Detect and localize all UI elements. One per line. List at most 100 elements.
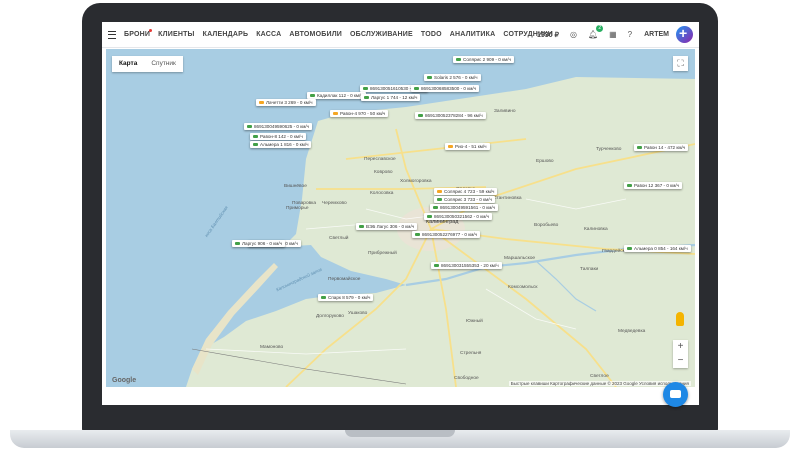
nav-clients[interactable]: КЛИЕНТЫ bbox=[158, 31, 194, 38]
below-map-area bbox=[102, 390, 699, 405]
nav-cars[interactable]: АВТОМОБИЛИ bbox=[289, 31, 342, 38]
place-label: Маршальское bbox=[504, 256, 536, 261]
place-label: Прибрежный bbox=[368, 251, 397, 256]
car-icon bbox=[333, 111, 338, 116]
vehicle-marker[interactable]: Ларгус 1 744 - 12 км/ч bbox=[361, 94, 421, 101]
car-icon bbox=[414, 86, 419, 91]
car-icon bbox=[456, 57, 461, 62]
nav-calendar[interactable]: КАЛЕНДАРЬ bbox=[203, 31, 249, 38]
notification-badge: 2 bbox=[596, 25, 604, 32]
vehicle-marker[interactable]: Солярис 3 733 - 0 км/ч bbox=[434, 196, 495, 203]
car-icon bbox=[363, 86, 368, 91]
map-view[interactable]: Карта Спутник ⛶ + − Заливино Переславско… bbox=[106, 49, 695, 387]
car-icon bbox=[637, 145, 642, 150]
vehicle-marker[interactable]: 869130031555353 - 20 км/ч bbox=[431, 262, 502, 269]
place-label: Комсомольск bbox=[508, 285, 538, 290]
place-label: Талпаки bbox=[580, 267, 599, 272]
building-icon[interactable]: ▦ bbox=[609, 30, 617, 39]
new-bookings-dot bbox=[149, 29, 153, 32]
vehicle-marker[interactable]: 869130068583500 - 0 км/ч bbox=[411, 85, 480, 92]
nav-todo[interactable]: TODO bbox=[421, 31, 442, 38]
car-icon bbox=[253, 134, 258, 139]
car-icon bbox=[437, 197, 442, 202]
vehicle-marker[interactable]: Лачетти 3 269 - 0 км/ч bbox=[256, 99, 316, 106]
place-label: Холмогоровка bbox=[400, 179, 432, 184]
vehicle-marker[interactable]: Ларгус 906 - 0 км/ч bbox=[232, 240, 286, 247]
place-label: Первомайское bbox=[328, 277, 361, 282]
vehicle-marker[interactable]: 869130050321562 - 0 км/ч bbox=[424, 213, 493, 220]
map-type-switch: Карта Спутник bbox=[112, 56, 183, 72]
map-attribution[interactable]: Быстрые клавиши Картографические данные … bbox=[508, 381, 691, 386]
whatsapp-icon[interactable]: ◎ bbox=[570, 30, 577, 39]
car-icon bbox=[427, 75, 432, 80]
nav-analytics[interactable]: АНАЛИТИКА bbox=[450, 31, 496, 38]
car-icon bbox=[437, 189, 442, 194]
fullscreen-icon[interactable]: ⛶ bbox=[673, 56, 688, 71]
vehicle-marker[interactable]: 869130052378284 - 96 км/ч bbox=[415, 112, 486, 119]
vehicle-marker[interactable]: Кадиллак 112 - 0 км/ч bbox=[307, 92, 366, 99]
place-label: Южный bbox=[466, 319, 483, 324]
place-label: Калиновка bbox=[584, 227, 608, 232]
place-label: Медведевка bbox=[618, 329, 646, 334]
vehicle-marker[interactable]: Солярис 2 909 - 0 км/ч bbox=[453, 56, 514, 63]
vehicle-marker[interactable]: 869130049590625 - 0 км/ч bbox=[244, 123, 313, 130]
place-label: Ершово bbox=[536, 159, 554, 164]
car-icon bbox=[359, 224, 364, 229]
car-icon bbox=[253, 142, 258, 147]
place-label: Коврово bbox=[374, 170, 393, 175]
vehicle-marker[interactable]: Альмера 1 816 - 0 км/ч bbox=[250, 141, 312, 148]
map-type-map[interactable]: Карта bbox=[112, 56, 144, 72]
vehicle-marker[interactable]: Солярис 4 723 - 59 км/ч bbox=[434, 188, 498, 195]
car-icon bbox=[321, 295, 326, 300]
zoom-control: + − bbox=[673, 340, 688, 368]
nav-bookings[interactable]: БРОНИ bbox=[124, 31, 150, 38]
place-label: Долгоруково bbox=[316, 314, 344, 319]
place-label: Воробьево bbox=[534, 223, 559, 228]
car-icon bbox=[627, 183, 632, 188]
zoom-in-button[interactable]: + bbox=[673, 340, 688, 354]
car-icon bbox=[235, 241, 240, 246]
vehicle-marker[interactable]: Альмера 0 854 - 164 км/ч bbox=[624, 245, 691, 252]
vehicle-marker[interactable]: Равон 12 367 - 0 км/ч bbox=[624, 182, 683, 189]
nav-cashbox[interactable]: КАССА bbox=[256, 31, 281, 38]
vehicle-marker[interactable]: 869130052276977 - 0 км/ч bbox=[412, 231, 481, 238]
avatar[interactable] bbox=[676, 25, 693, 43]
top-navigation-bar: БРОНИ КЛИЕНТЫ КАЛЕНДАРЬ КАССА АВТОМОБИЛИ… bbox=[102, 22, 699, 48]
laptop-notch bbox=[345, 430, 455, 437]
car-icon bbox=[434, 263, 439, 268]
vehicle-marker[interactable]: ВЭБ Лагус 306 - 0 км/ч bbox=[356, 223, 418, 230]
app-screen: БРОНИ КЛИЕНТЫ КАЛЕНДАРЬ КАССА АВТОМОБИЛИ… bbox=[102, 22, 699, 405]
place-label: Мамоново bbox=[260, 345, 284, 350]
vehicle-marker[interactable]: Solaris 2 576 - 0 км/ч bbox=[424, 74, 481, 81]
bell-icon[interactable]: 🔔︎ 2 bbox=[588, 25, 604, 39]
zoom-out-button[interactable]: − bbox=[673, 354, 688, 368]
place-label: Ушаково bbox=[348, 311, 368, 316]
balance[interactable]: 1930 ₽ bbox=[537, 31, 559, 39]
car-icon bbox=[364, 95, 369, 100]
header-tools: 1930 ₽ ◎ 🔔︎ 2 ▦ ? ARTEM bbox=[537, 22, 693, 47]
google-logo: Google bbox=[112, 377, 137, 384]
car-icon bbox=[418, 113, 423, 118]
place-label: Свободное bbox=[454, 376, 479, 381]
help-icon[interactable]: ? bbox=[628, 30, 632, 39]
user-name[interactable]: ARTEM bbox=[644, 31, 669, 38]
car-icon bbox=[627, 246, 632, 251]
vehicle-marker[interactable]: Рио-4 - 51 км/ч bbox=[445, 143, 490, 150]
menu-icon[interactable] bbox=[108, 30, 116, 39]
car-icon bbox=[259, 100, 264, 105]
vehicle-marker[interactable]: Равон-4 970 - 50 км/ч bbox=[330, 110, 389, 117]
car-icon bbox=[415, 232, 420, 237]
place-label: Черемхово bbox=[322, 201, 347, 206]
map-type-satellite[interactable]: Спутник bbox=[144, 56, 183, 72]
vehicle-marker[interactable]: Равон-8 142 - 0 км/ч bbox=[250, 133, 306, 140]
vehicle-marker[interactable]: 869130049591561 - 0 км/ч bbox=[430, 204, 499, 211]
vehicle-marker[interactable]: Спарк 8 579 - 0 км/ч bbox=[318, 294, 374, 301]
place-label: Приморье bbox=[286, 206, 309, 211]
car-icon bbox=[310, 93, 315, 98]
vehicle-marker[interactable]: Равон 14 - 472 км/ч bbox=[634, 144, 689, 151]
nav-service[interactable]: ОБСЛУЖИВАНИЕ bbox=[350, 31, 413, 38]
chat-icon[interactable] bbox=[663, 382, 688, 407]
street-view-pegman-icon[interactable] bbox=[676, 312, 684, 326]
place-label: Поваровка bbox=[292, 201, 317, 206]
place-label: Светлое bbox=[590, 374, 609, 379]
